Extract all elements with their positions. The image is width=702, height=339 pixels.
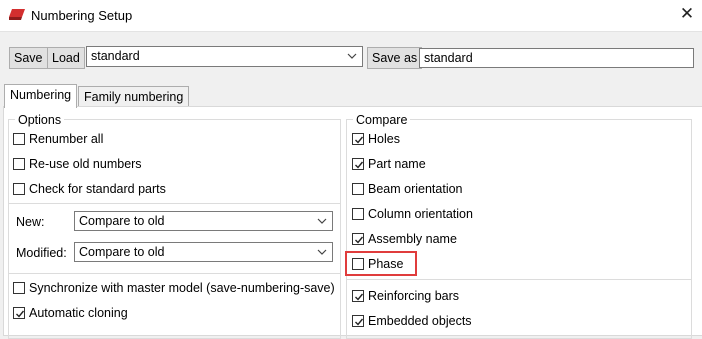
- checkbox-box: [13, 282, 25, 294]
- chevron-down-icon: [346, 49, 358, 63]
- checkbox-box: [352, 183, 364, 195]
- part-name-label: Part name: [368, 157, 426, 171]
- assembly-name-checkbox[interactable]: Assembly name: [352, 230, 457, 248]
- checkbox-box: [13, 307, 25, 319]
- options-divider: [8, 273, 341, 274]
- phase-highlight-box: [345, 251, 417, 276]
- compare-group: [346, 119, 692, 339]
- checkbox-box: [13, 183, 25, 195]
- compare-divider: [346, 279, 692, 280]
- app-logo-icon: [9, 9, 25, 20]
- checkbox-box: [13, 133, 25, 145]
- checkmark-icon: [355, 161, 364, 169]
- embedded-objects-checkbox[interactable]: Embedded objects: [352, 312, 472, 330]
- reinforcing-bars-checkbox[interactable]: Reinforcing bars: [352, 287, 459, 305]
- tab-numbering[interactable]: Numbering: [4, 84, 78, 108]
- checkmark-icon: [355, 318, 364, 326]
- title-bar: Numbering Setup ✕: [0, 0, 702, 32]
- part-name-checkbox[interactable]: Part name: [352, 155, 426, 173]
- reuse-old-numbers-checkbox[interactable]: Re-use old numbers: [13, 155, 142, 173]
- compare-group-title: Compare: [353, 113, 411, 127]
- checkbox-box: [13, 158, 25, 170]
- synchronize-master-model-label: Synchronize with master model (save-numb…: [29, 281, 335, 295]
- save-button[interactable]: Save: [9, 47, 48, 69]
- options-divider: [8, 203, 341, 204]
- close-icon[interactable]: ✕: [678, 4, 696, 24]
- load-button[interactable]: Load: [47, 47, 85, 69]
- holes-label: Holes: [368, 132, 400, 146]
- reinforcing-bars-label: Reinforcing bars: [368, 289, 460, 303]
- checkbox-box: [352, 290, 364, 302]
- new-dropdown[interactable]: Compare to old: [74, 211, 333, 231]
- synchronize-master-model-checkbox[interactable]: Synchronize with master model (save-numb…: [13, 279, 335, 297]
- modified-dropdown-value: Compare to old: [79, 245, 165, 259]
- check-standard-parts-label: Check for standard parts: [29, 182, 166, 196]
- checkmark-icon: [16, 310, 25, 318]
- beam-orientation-label: Beam orientation: [368, 182, 463, 196]
- window-title: Numbering Setup: [31, 8, 133, 23]
- save-as-name-value: standard: [424, 51, 473, 65]
- checkbox-box: [352, 133, 364, 145]
- checkbox-box: [352, 233, 364, 245]
- embedded-objects-label: Embedded objects: [368, 314, 472, 328]
- options-group-title: Options: [15, 113, 65, 127]
- automatic-cloning-checkbox[interactable]: Automatic cloning: [13, 304, 128, 322]
- settings-dropdown-value: standard: [91, 49, 140, 63]
- checkmark-icon: [355, 236, 364, 244]
- checkmark-icon: [355, 136, 364, 144]
- settings-dropdown[interactable]: standard: [86, 46, 363, 67]
- renumber-all-checkbox[interactable]: Renumber all: [13, 130, 103, 148]
- chevron-down-icon: [316, 245, 328, 259]
- column-orientation-checkbox[interactable]: Column orientation: [352, 205, 473, 223]
- checkbox-box: [352, 208, 364, 220]
- column-orientation-label: Column orientation: [368, 207, 473, 221]
- modified-dropdown[interactable]: Compare to old: [74, 242, 333, 262]
- save-as-name-field[interactable]: standard: [419, 48, 694, 68]
- checkbox-box: [352, 158, 364, 170]
- assembly-name-label: Assembly name: [368, 232, 457, 246]
- new-label: New:: [16, 215, 45, 229]
- renumber-all-label: Renumber all: [29, 132, 104, 146]
- tab-family-numbering[interactable]: Family numbering: [78, 86, 190, 106]
- reuse-old-numbers-label: Re-use old numbers: [29, 157, 142, 171]
- holes-checkbox[interactable]: Holes: [352, 130, 400, 148]
- checkbox-box: [352, 315, 364, 327]
- beam-orientation-checkbox[interactable]: Beam orientation: [352, 180, 463, 198]
- new-dropdown-value: Compare to old: [79, 214, 165, 228]
- automatic-cloning-label: Automatic cloning: [29, 306, 128, 320]
- chevron-down-icon: [316, 214, 328, 228]
- modified-label: Modified:: [16, 246, 67, 260]
- save-as-button[interactable]: Save as: [367, 47, 423, 69]
- check-standard-parts-checkbox[interactable]: Check for standard parts: [13, 180, 166, 198]
- checkmark-icon: [355, 293, 364, 301]
